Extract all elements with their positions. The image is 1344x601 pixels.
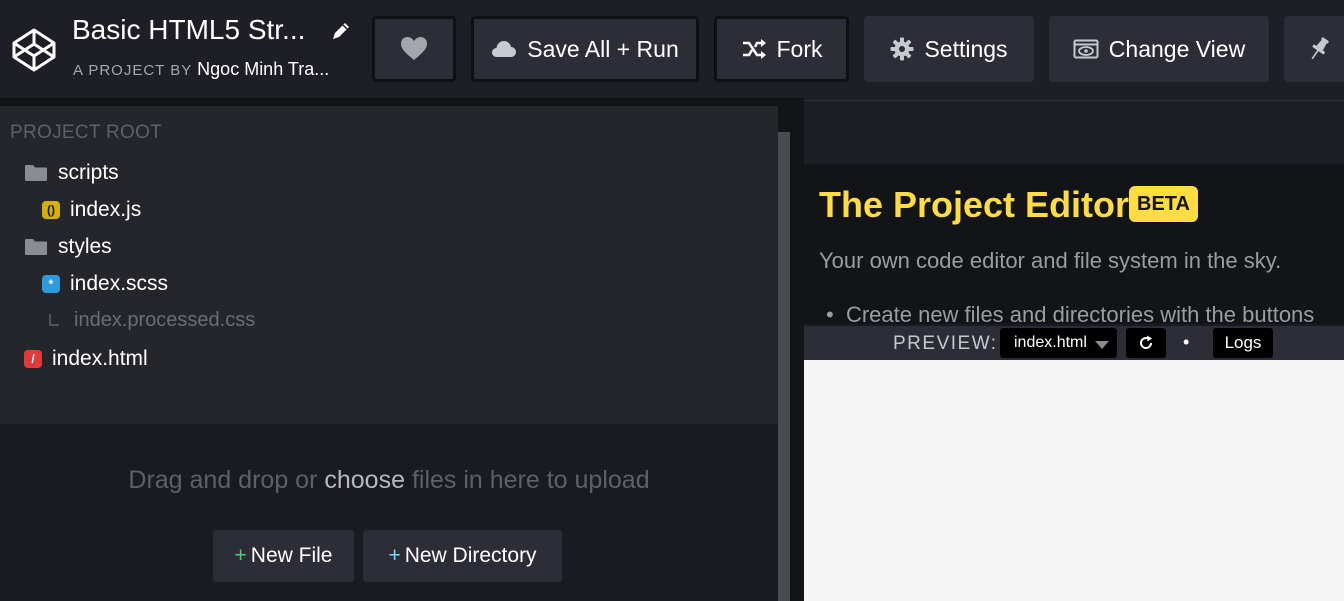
tree-item-index-processed-css[interactable]: index.processed.css [46, 309, 255, 332]
scss-file-icon: * [42, 275, 60, 293]
tree-item-label: index.scss [70, 272, 169, 295]
status-dot: • [1183, 332, 1190, 352]
heart-button[interactable] [372, 16, 456, 82]
new-directory-button[interactable]: + New Directory [363, 530, 562, 582]
project-title: Basic HTML5 Str... [72, 14, 306, 45]
new-directory-label: New Directory [404, 544, 537, 567]
settings-label: Settings [924, 35, 1008, 62]
folder-icon [25, 239, 47, 255]
readme-document: The Project Editor! BETA Your own code e… [804, 164, 1344, 324]
refresh-icon [1140, 335, 1153, 349]
upload-drop-zone[interactable]: Drag and drop or choose files in here to… [0, 424, 778, 601]
save-all-run-label: Save All + Run [527, 35, 679, 62]
preview-label: PREVIEW: [893, 333, 998, 354]
tree-item-scripts[interactable]: scripts [24, 161, 119, 185]
tree-item-label: index.processed.css [74, 309, 256, 331]
gear-icon [890, 37, 914, 61]
pane-resize-gutter[interactable] [790, 98, 804, 601]
change-view-label: Change View [1108, 35, 1246, 62]
tree-item-label: styles [58, 235, 112, 258]
eye-window-icon [1073, 39, 1099, 59]
tree-item-index-scss[interactable]: * index.scss [42, 272, 168, 296]
upload-text-before: Drag and drop or [128, 466, 318, 494]
plus-icon: + [388, 544, 401, 567]
tree-item-index-html[interactable]: / index.html [24, 347, 148, 371]
tree-item-index-js[interactable]: () index.js [42, 198, 141, 222]
author-link[interactable]: Ngoc Minh Tra... [197, 59, 329, 79]
cloud-icon [492, 41, 517, 57]
upload-instructions: Drag and drop or choose files in here to… [0, 466, 778, 495]
preview-toolbar: PREVIEW: index.html • Logs [804, 324, 1344, 360]
preview-iframe[interactable] [804, 360, 1344, 601]
sidebar-scrollbar-thumb[interactable] [778, 132, 790, 601]
doc-title: The Project Editor! [819, 184, 1142, 225]
refresh-button[interactable] [1126, 328, 1166, 358]
logs-label: Logs [1224, 333, 1262, 352]
codepen-logo-icon[interactable] [10, 26, 58, 74]
fork-icon [742, 39, 766, 59]
selected-file: index.html [1014, 334, 1087, 351]
file-sidebar: PROJECT ROOT scripts () index.js styles … [0, 98, 778, 601]
bullet-dot: • [826, 302, 846, 324]
heart-icon [401, 37, 427, 60]
project-byline: A PROJECT BY Ngoc Minh Tra... [73, 59, 329, 80]
beta-badge: BETA [1129, 186, 1198, 222]
file-tree: PROJECT ROOT scripts () index.js styles … [0, 106, 778, 424]
html-file-icon: / [24, 350, 42, 368]
preview-pane: The Project Editor! BETA Your own code e… [790, 98, 1344, 601]
doc-bullet-item: • Create new files and directories with … [826, 302, 1314, 324]
js-file-icon: () [42, 201, 60, 219]
tree-item-label: index.js [70, 198, 142, 221]
save-all-run-button[interactable]: Save All + Run [471, 16, 699, 82]
byline-prefix: A PROJECT BY [73, 62, 192, 79]
header: Basic HTML5 Str... A PROJECT BY Ngoc Min… [0, 0, 1344, 98]
fork-button[interactable]: Fork [714, 16, 849, 82]
tree-item-label: index.html [52, 347, 148, 370]
preview-file-select[interactable]: index.html [1000, 328, 1117, 358]
folder-icon [25, 165, 47, 181]
editor-tabs-bar [804, 100, 1344, 164]
pencil-icon[interactable] [330, 20, 352, 42]
bullet-text: Create new files and directories with th… [845, 302, 1315, 324]
sidebar-top-divider [0, 98, 778, 106]
logs-button[interactable]: Logs [1213, 328, 1273, 358]
choose-files-link[interactable]: choose [324, 466, 405, 494]
project-root-label: PROJECT ROOT [10, 122, 163, 143]
upload-text-after: files in here to upload [411, 466, 650, 494]
plus-icon: + [234, 544, 247, 567]
settings-button[interactable]: Settings [864, 16, 1034, 82]
tree-item-label: scripts [58, 161, 119, 184]
pin-icon [1311, 37, 1329, 60]
doc-subtitle: Your own code editor and file system in … [819, 248, 1282, 273]
fork-label: Fork [776, 35, 823, 62]
processed-file-icon [49, 313, 59, 326]
new-file-button[interactable]: + New File [213, 530, 354, 582]
pin-button[interactable] [1284, 16, 1344, 82]
chevron-down-icon [1095, 341, 1109, 349]
change-view-button[interactable]: Change View [1049, 16, 1269, 82]
tree-item-styles[interactable]: styles [24, 235, 112, 259]
new-file-label: New File [250, 544, 333, 567]
